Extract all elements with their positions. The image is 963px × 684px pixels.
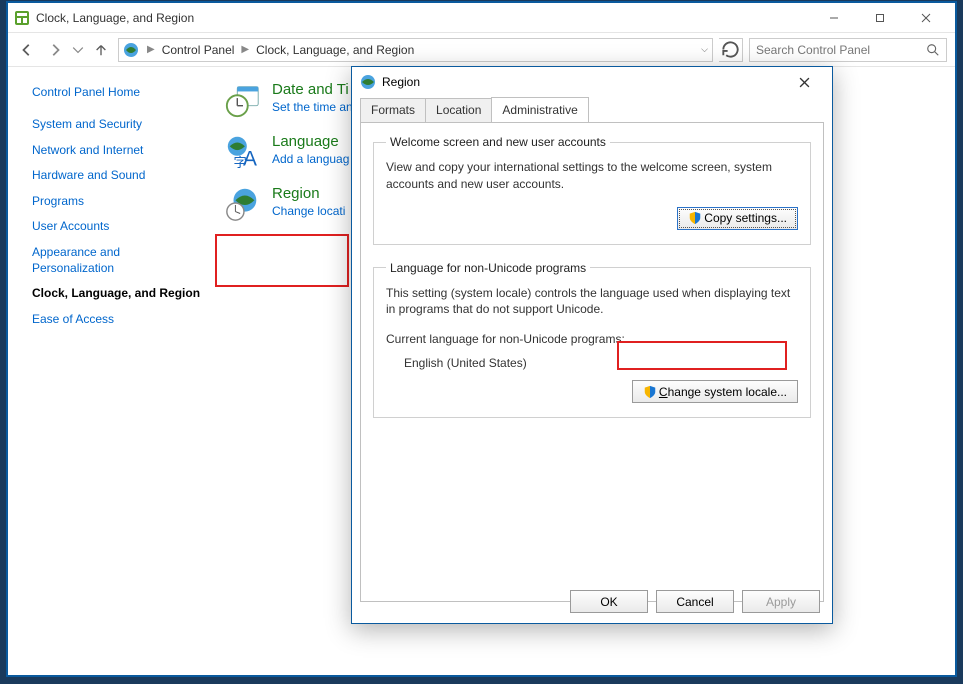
refresh-button[interactable]: [719, 38, 743, 62]
cancel-button[interactable]: Cancel: [656, 590, 734, 613]
search-input[interactable]: Search Control Panel: [749, 38, 947, 62]
group-non-unicode: Language for non-Unicode programs This s…: [373, 261, 811, 419]
copy-settings-button[interactable]: Copy settings...: [677, 207, 798, 230]
nav-up-button[interactable]: [90, 39, 112, 61]
annotation-highlight-region: [215, 234, 349, 287]
breadcrumb-item[interactable]: Clock, Language, and Region: [253, 41, 417, 59]
apply-button[interactable]: Apply: [742, 590, 820, 613]
group-legend: Welcome screen and new user accounts: [386, 135, 610, 149]
category-title: Language: [272, 133, 349, 150]
ok-button[interactable]: OK: [570, 590, 648, 613]
sidebar-item-system-security[interactable]: System and Security: [32, 117, 204, 133]
breadcrumb-item[interactable]: Control Panel: [159, 41, 238, 59]
sidebar-item-user-accounts[interactable]: User Accounts: [32, 219, 204, 235]
chevron-right-icon: ▶: [241, 44, 249, 55]
region-dialog-icon: [360, 74, 376, 90]
titlebar: Clock, Language, and Region: [8, 3, 955, 33]
sidebar-item-appearance[interactable]: Appearance and Personalization: [32, 245, 204, 276]
tab-formats[interactable]: Formats: [360, 98, 426, 123]
group-welcome-screen: Welcome screen and new user accounts Vie…: [373, 135, 811, 245]
dialog-title: Region: [382, 75, 420, 89]
chevron-down-icon[interactable]: ⌵: [701, 44, 708, 55]
search-icon: [926, 43, 940, 57]
dialog-button-row: OK Cancel Apply: [570, 590, 820, 613]
region-icon: [224, 185, 262, 223]
language-icon: A字: [224, 133, 262, 171]
sidebar-item-ease-of-access[interactable]: Ease of Access: [32, 312, 204, 328]
window-title: Clock, Language, and Region: [36, 11, 194, 25]
sidebar-item-clock-language-region[interactable]: Clock, Language, and Region: [32, 286, 204, 302]
dialog-titlebar: Region: [352, 67, 832, 97]
tab-content: Welcome screen and new user accounts Vie…: [360, 122, 824, 602]
tab-strip: Formats Location Administrative: [352, 97, 832, 122]
clock-calendar-icon: [224, 81, 262, 119]
group-description: This setting (system locale) controls th…: [386, 285, 798, 319]
tab-administrative[interactable]: Administrative: [491, 97, 588, 122]
sidebar-home-link[interactable]: Control Panel Home: [32, 85, 204, 99]
sidebar-item-network[interactable]: Network and Internet: [32, 143, 204, 159]
sidebar: Control Panel Home System and Security N…: [8, 67, 218, 675]
shield-icon: [688, 211, 702, 225]
category-subtitle[interactable]: Set the time an: [272, 100, 353, 114]
minimize-button[interactable]: [811, 3, 857, 33]
change-system-locale-button[interactable]: Change system locale...: [632, 380, 798, 403]
category-subtitle[interactable]: Change locati: [272, 204, 345, 218]
dialog-close-button[interactable]: [784, 67, 824, 97]
nav-back-button[interactable]: [16, 39, 38, 61]
breadcrumb-icon: [123, 42, 139, 58]
control-panel-icon: [14, 10, 30, 26]
nav-dropdown-icon[interactable]: [72, 39, 84, 61]
category-title: Date and Ti: [272, 81, 353, 98]
category-subtitle[interactable]: Add a languag: [272, 152, 349, 166]
close-button[interactable]: [903, 3, 949, 33]
group-legend: Language for non-Unicode programs: [386, 261, 590, 275]
nav-forward-button[interactable]: [44, 39, 66, 61]
category-title: Region: [272, 185, 345, 202]
address-bar[interactable]: ▶ Control Panel ▶ Clock, Language, and R…: [118, 38, 713, 62]
region-dialog: Region Formats Location Administrative W…: [351, 66, 833, 624]
maximize-button[interactable]: [857, 3, 903, 33]
sidebar-item-programs[interactable]: Programs: [32, 194, 204, 210]
shield-icon: [643, 385, 657, 399]
address-bar-row: ▶ Control Panel ▶ Clock, Language, and R…: [8, 33, 955, 67]
tab-location[interactable]: Location: [425, 98, 492, 123]
annotation-highlight-change-locale: [617, 341, 787, 370]
group-description: View and copy your international setting…: [386, 159, 798, 193]
sidebar-item-hardware-sound[interactable]: Hardware and Sound: [32, 168, 204, 184]
svg-text:字: 字: [234, 155, 247, 170]
chevron-right-icon: ▶: [147, 44, 155, 55]
search-placeholder: Search Control Panel: [756, 43, 926, 57]
